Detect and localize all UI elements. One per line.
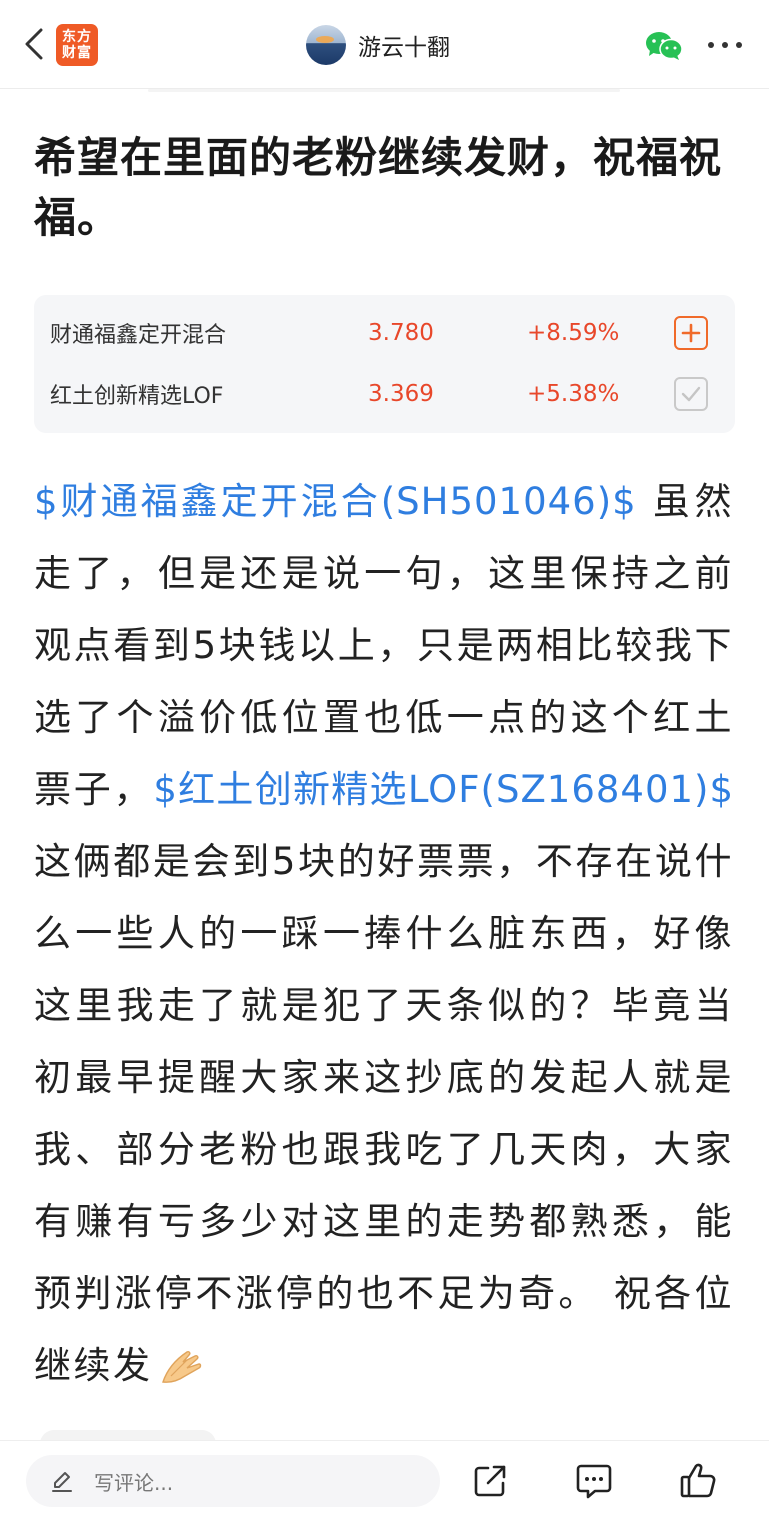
share-icon[interactable] [470,1461,510,1501]
fund-name[interactable]: 红土创新精选LOF [50,378,223,410]
fund-change: +8.59% [527,320,620,346]
fund-change: +5.38% [527,381,620,407]
related-funds-card: 财通福鑫定开混合 3.780 +8.59% 红土创新精选LOF 3.369 +5… [34,295,735,433]
more-icon[interactable] [708,34,742,56]
logo-text-line1: 东方 [62,29,92,45]
like-icon[interactable] [678,1461,718,1501]
stock-link[interactable]: $红土创新精选LOF(SZ168401)$ [153,768,734,811]
back-icon[interactable] [20,26,48,62]
post-title: 希望在里面的老粉继续发财，祝福祝福。 [34,133,723,242]
pray-hands-emoji [157,1338,205,1383]
fund-row[interactable]: 财通福鑫定开混合 3.780 +8.59% [34,311,735,355]
author-info[interactable]: 游云十翻 [306,24,450,66]
wechat-icon[interactable] [644,30,684,62]
stock-link[interactable]: $财通福鑫定开混合(SH501046)$ [34,480,637,523]
comment-input[interactable]: 写评论... [26,1455,440,1507]
bottom-action-bar: 写评论... [0,1440,769,1527]
post-body: $财通福鑫定开混合(SH501046)$ 虽然走了，但是还是说一句，这里保持之前… [34,466,734,1402]
fund-price: 3.369 [368,381,434,407]
author-name[interactable]: 游云十翻 [358,28,450,62]
avatar[interactable] [306,25,346,65]
comment-placeholder: 写评论... [94,1470,174,1495]
fund-price: 3.780 [368,320,434,346]
fund-name[interactable]: 财通福鑫定开混合 [50,317,226,349]
comment-icon[interactable] [574,1461,614,1501]
added-watchlist-check-icon[interactable] [674,377,708,411]
post-text: 这俩都是会到5块的好票票，不存在说什么一些人的一踩一捧什么脏东西，好像这里我走了… [34,840,734,1387]
add-watchlist-button[interactable] [674,316,708,350]
header-shadow [148,89,620,92]
post-text: 虽然走了，但是还是说一句，这里保持之前观点看到5块钱以上，只是两相比较我下选了个… [34,480,734,811]
fund-row[interactable]: 红土创新精选LOF 3.369 +5.38% [34,372,735,416]
pen-icon [52,1472,72,1492]
top-nav-bar: 东方 财富 游云十翻 [0,0,769,88]
app-logo[interactable]: 东方 财富 [56,24,98,66]
logo-text-line2: 财富 [62,45,92,61]
